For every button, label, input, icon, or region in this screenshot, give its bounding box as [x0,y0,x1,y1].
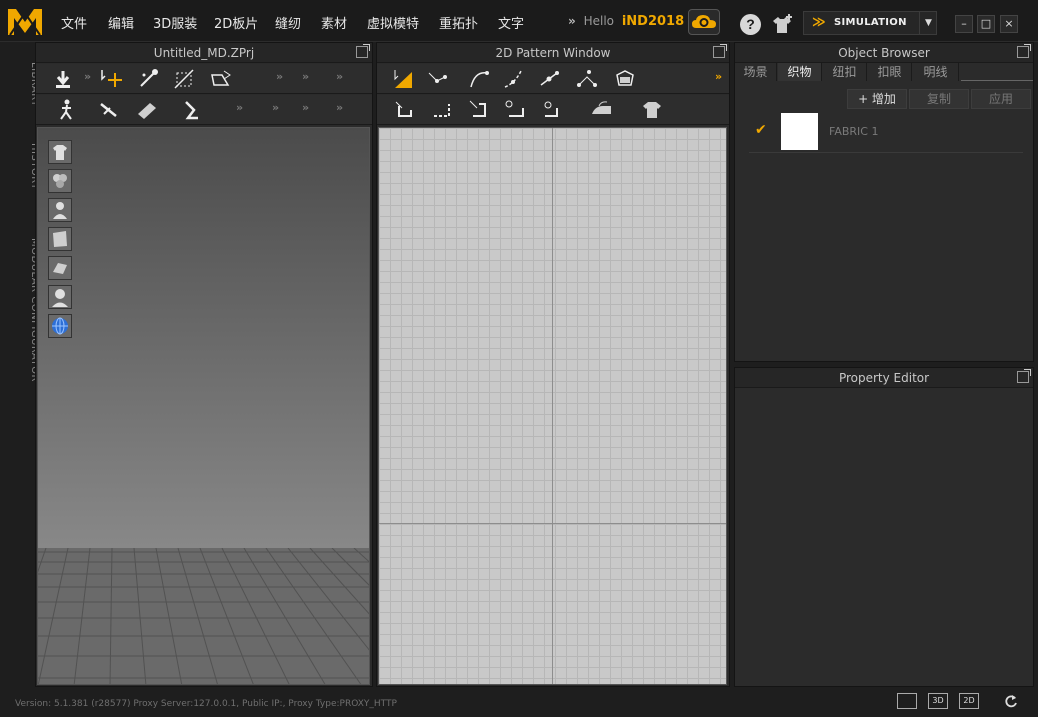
username[interactable]: iND2018 [622,14,684,29]
property-editor-title: Property Editor [735,368,1033,388]
show-pattern-icon[interactable] [48,227,72,251]
simulation-chevron-icon: ≫ [812,15,826,30]
pin-tool-icon[interactable] [136,67,162,91]
menu-3d-garment[interactable]: 3D服装 [153,13,197,32]
help-button[interactable]: ? [740,14,761,35]
iron-tool-icon[interactable] [589,98,615,122]
internal-line-icon[interactable] [575,67,601,91]
toolbar-3d-row2: » » » » [36,95,372,125]
menu-avatar[interactable]: 虚拟模特 [367,13,419,32]
popout-property-editor-icon[interactable] [1017,369,1031,383]
tab-topstitch[interactable]: 明线 [913,63,959,81]
menu-materials[interactable]: 素材 [321,13,347,32]
show-fabric-icon[interactable] [48,256,72,280]
bounding-box-icon[interactable] [172,67,198,91]
cloud-icon [692,15,716,28]
simulation-button[interactable]: ≫ SIMULATION ▼ [803,11,937,35]
menu-edit[interactable]: 编辑 [108,13,134,32]
environment-globe-icon[interactable] [48,314,72,338]
view-single-icon[interactable] [897,693,917,709]
panel-3d-title: Untitled_MD.ZPrj [36,43,372,63]
edit-point-icon[interactable] [425,67,451,91]
copy-fabric-button[interactable]: 复制 [909,89,969,109]
panel-property-editor: Property Editor [734,367,1034,687]
object-browser-title: Object Browser [735,43,1033,63]
curvature-icon[interactable] [501,67,527,91]
tab-button[interactable]: 纽扣 [823,63,867,81]
m-n-sewing-icon[interactable] [503,98,529,122]
menu-bar: 文件 编辑 3D服装 2D板片 缝纫 素材 虚拟模特 重拓扑 文字 » Hell… [0,0,1038,42]
menu-sewing[interactable]: 缝纫 [275,13,301,32]
show-garment-icon[interactable] [48,140,72,164]
toolbar-2d-row2 [377,95,729,125]
tab-buttonhole[interactable]: 扣眼 [868,63,912,81]
simulation-label: SIMULATION [834,17,907,28]
viewport-2d[interactable] [378,127,727,685]
tab-underline [961,80,1033,81]
transform-pattern-icon[interactable] [98,67,124,91]
marvelous-logo-icon[interactable] [6,5,44,37]
free-sewing-icon[interactable] [429,98,455,122]
pattern-polygon-icon[interactable] [611,67,637,91]
check-sewing-icon[interactable] [539,98,565,122]
user-greeting: » Hello iND2018 [568,14,684,29]
add-fabric-button[interactable]: + 增加 [847,89,907,109]
close-button[interactable]: × [1000,15,1018,33]
tab-scene[interactable]: 场景 [735,63,777,81]
view-2d-button[interactable]: 2D [959,693,979,709]
garment-shirt-icon[interactable] [639,98,665,122]
tab-fabric[interactable]: 织物 [778,63,822,81]
shrink-tool-icon[interactable] [180,98,206,122]
simulation-dropdown-icon[interactable]: ▼ [919,12,937,34]
fabric-checkmark-icon: ✔ [755,122,767,138]
minimize-button[interactable]: – [955,15,973,33]
show-avatar-icon[interactable] [48,198,72,222]
menu-file[interactable]: 文件 [61,13,87,32]
popout-2d-icon[interactable] [713,44,727,58]
popout-3d-icon[interactable] [356,44,370,58]
select-move-icon[interactable] [50,67,76,91]
steam-tool-icon[interactable] [134,98,160,122]
panel-object-browser: Object Browser 场景 织物 纽扣 扣眼 明线 + 增加 复制 应用… [734,42,1034,362]
add-point-icon[interactable] [537,67,563,91]
avatar-silhouette-icon[interactable] [48,285,72,309]
fabric-swatch [781,113,818,150]
object-browser-tabs: 场景 织物 纽扣 扣眼 明线 [735,63,1033,81]
fold-arrangement-icon[interactable] [208,67,234,91]
avatar-settings-icon[interactable] [770,13,794,35]
show-texture-icon[interactable] [48,169,72,193]
refresh-icon[interactable] [1002,693,1020,709]
maximize-button[interactable]: □ [977,15,995,33]
viewport-3d[interactable] [37,127,370,685]
edit-sewing-icon[interactable] [467,98,493,122]
menu-overflow-icon[interactable]: » [568,14,576,28]
apply-fabric-button[interactable]: 应用 [971,89,1031,109]
fabric-list-item[interactable]: ✔ FABRIC 1 [749,111,1023,153]
status-text: Version: 5.1.381 (r28577) Proxy Server:1… [15,699,397,709]
segment-sewing-icon[interactable] [393,98,419,122]
grid-vertical-axis [552,128,553,684]
popout-object-browser-icon[interactable] [1017,44,1031,58]
edit-curve-icon[interactable] [467,67,493,91]
panel-2d-title: 2D Pattern Window [377,43,729,63]
toolbar-2d-row1: » [377,64,729,94]
menu-text[interactable]: 文字 [498,13,524,32]
menu-retopology[interactable]: 重拓扑 [439,13,478,32]
status-bar: Version: 5.1.381 (r28577) Proxy Server:1… [0,688,1038,717]
cloud-button[interactable] [688,9,720,35]
fabric-name: FABRIC 1 [829,125,879,138]
floor-grid [38,548,369,684]
grid-horizontal-axis [379,523,726,524]
greeting-text: Hello [583,14,615,28]
toolbar-2d-overflow[interactable]: » [715,70,722,83]
avatar-pose-icon[interactable] [54,98,80,122]
toolbar-3d-row1: » » » » [36,64,372,94]
view-3d-button[interactable]: 3D [928,693,948,709]
tack-tool-icon[interactable] [96,98,122,122]
menu-2d-pattern[interactable]: 2D板片 [214,13,258,32]
edit-pattern-icon[interactable] [391,67,417,91]
